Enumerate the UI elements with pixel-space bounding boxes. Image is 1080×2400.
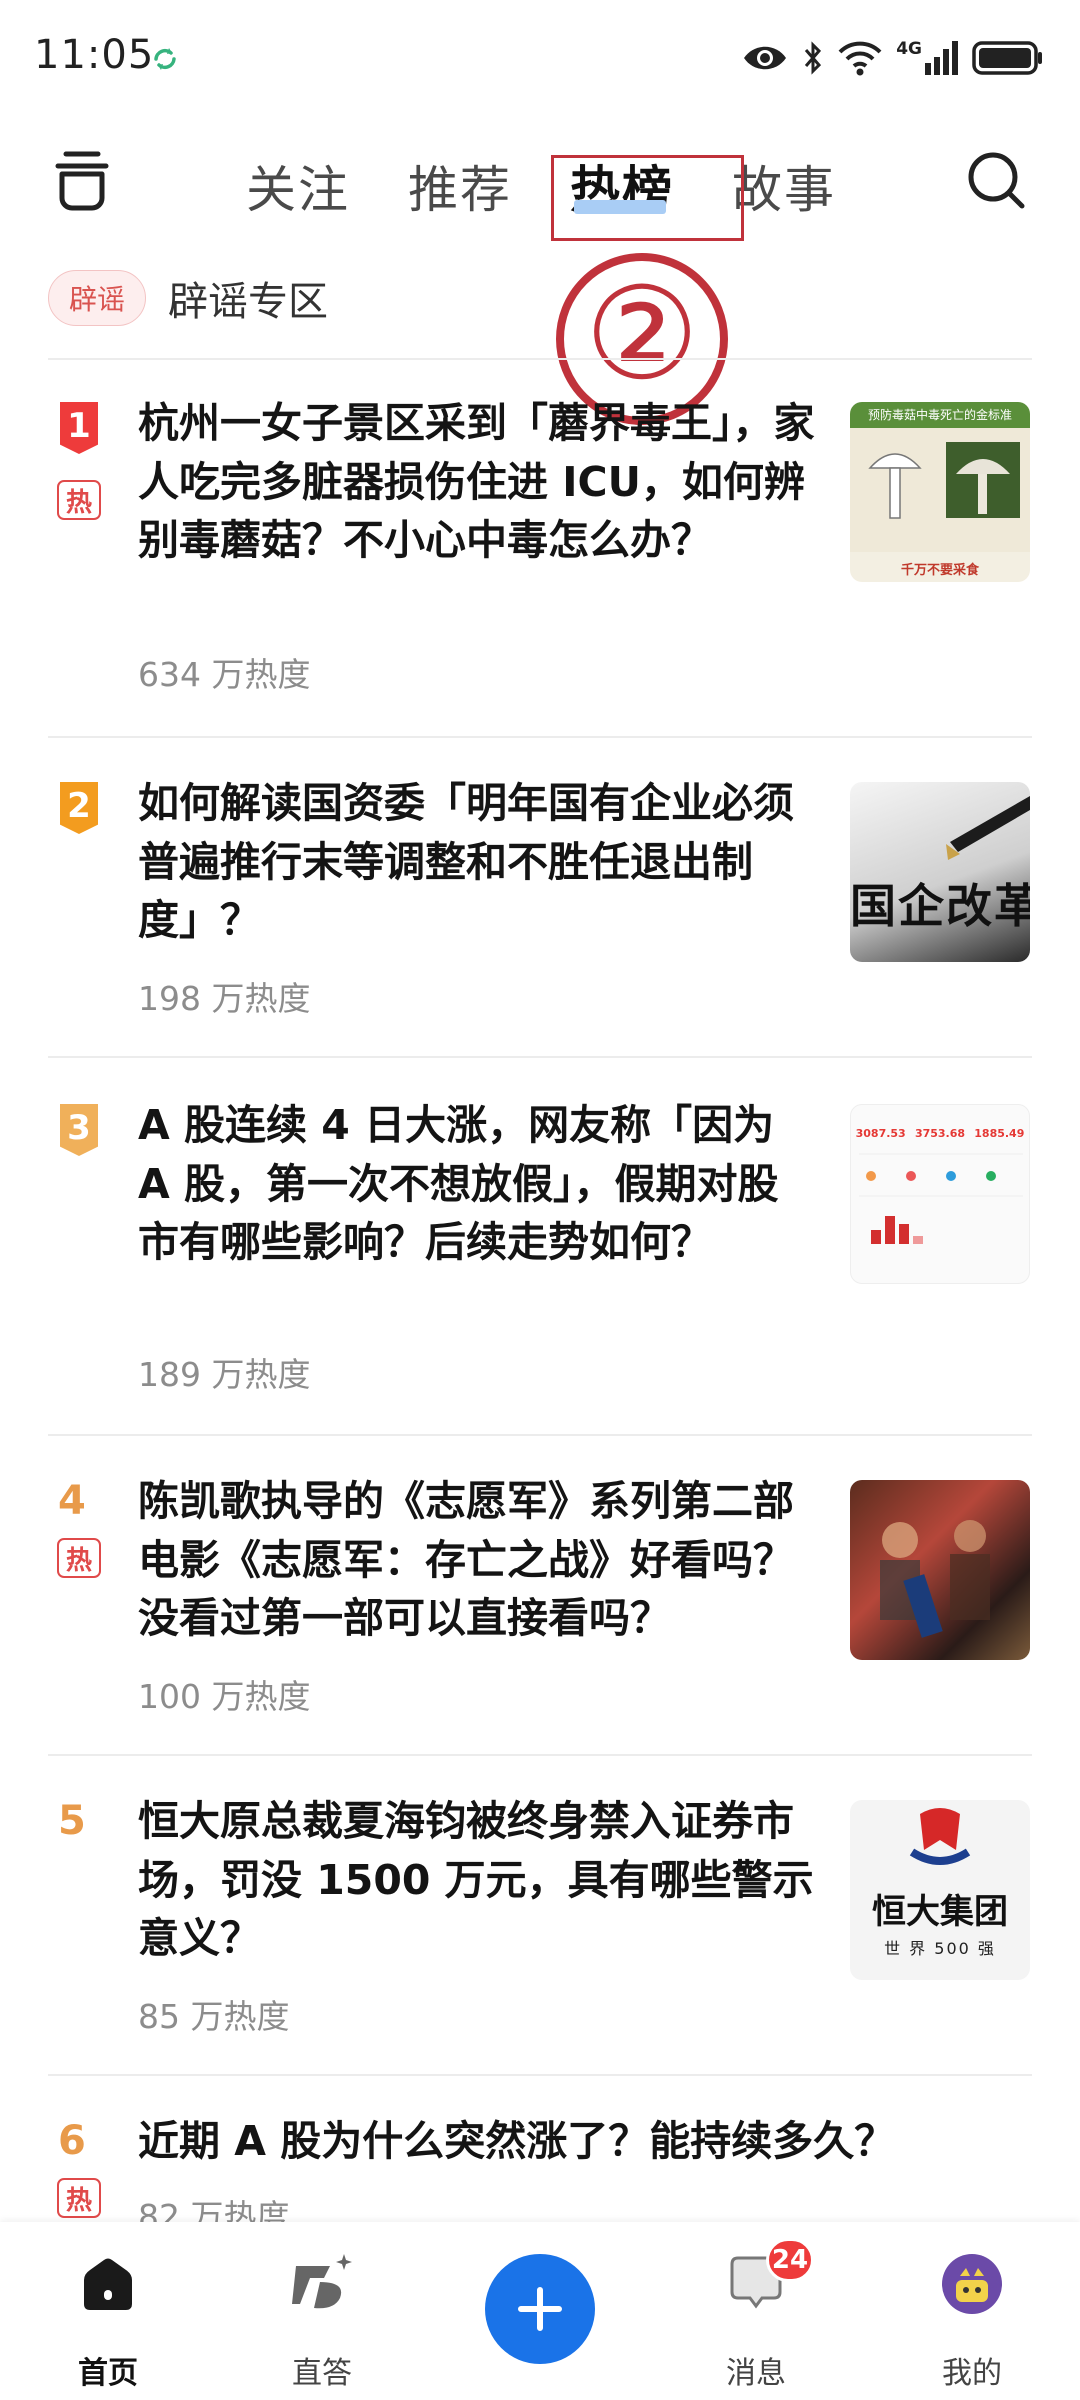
message-badge: 24 [766, 2238, 814, 2282]
home-icon [84, 2258, 132, 2310]
thumb-text: 国企改革 [850, 879, 1030, 933]
thumbnail-stock-app: 3087.53 3753.68 1885.49 [850, 1104, 1030, 1284]
nav-profile-label: 我的 [942, 2356, 1002, 2391]
hot-list-item-3[interactable]: 3 A 股连续 4 日大涨，网友称「因为 A 股，第一次不想放假」，假期对股市有… [0, 1056, 1080, 1434]
battery-icon [972, 41, 1042, 75]
bluetooth-icon [805, 41, 822, 75]
rumor-label: 辟谣专区 [168, 279, 329, 325]
poster-illustration [880, 1520, 990, 1638]
annotation-box [551, 155, 744, 241]
item-title: 陈凯歌执导的《志愿军》系列第二部电影《志愿军：存亡之战》好看吗？没看过第一部可以… [138, 1477, 794, 1642]
nav-messages[interactable]: 24 消息 [686, 2238, 826, 2391]
bottom-nav: 首页 直答 24 消息 我的 [0, 2222, 1080, 2400]
item-title: 杭州一女子景区采到「蘑界毒王」，家人吃完多脏器损伤住进 ICU，如何辨别毒蘑菇？… [138, 399, 815, 564]
thumb-caption: 千万不要采食 [900, 563, 979, 578]
nav-profile[interactable]: 我的 [902, 2240, 1042, 2391]
hot-list-item-4[interactable]: 4 热 陈凯歌执导的《志愿军》系列第二部电影《志愿军：存亡之战》好看吗？没看过第… [0, 1434, 1080, 1754]
rank-badge: 3 [60, 1104, 98, 1156]
item-title: 恒大原总裁夏海钧被终身禁入证券市场，罚没 1500 万元，具有哪些警示意义？ [138, 1797, 814, 1962]
item-title: A 股连续 4 日大涨，网友称「因为 A 股，第一次不想放假」，假期对股市有哪些… [138, 1101, 779, 1266]
thumbnail-soe-reform: 国企改革 [850, 782, 1030, 962]
hot-list-item-1[interactable]: 1 热 杭州一女子景区采到「蘑界毒王」，家人吃完多脏器损伤住进 ICU，如何辨别… [0, 358, 1080, 736]
item-heat: 85 万热度 [138, 1997, 290, 2036]
rank-badge: 1 [60, 402, 98, 454]
item-title: 近期 A 股为什么突然涨了？能持续多久？ [138, 2117, 896, 2165]
zhida-icon [292, 2254, 352, 2309]
thumbnail-mushroom: 预防毒菇中毒死亡的金标准 千万不要采食 [850, 402, 1030, 582]
tab-recommend[interactable]: 推荐 [408, 150, 512, 222]
thumb-text: 恒大集团 [872, 1892, 1008, 1932]
thumb-subtext: 世 界 500 强 [884, 1939, 996, 1958]
thumbnail-movie-poster [850, 1480, 1030, 1660]
hot-tag: 热 [57, 2178, 101, 2218]
thumb-index-2: 3753.68 [914, 1127, 966, 1140]
rank-number: 6 [58, 2118, 86, 2164]
nav-home-label: 首页 [78, 2356, 138, 2391]
rank-badge: 2 [60, 782, 98, 834]
hot-tag: 热 [57, 1538, 101, 1578]
hot-list-item-5[interactable]: 5 恒大原总裁夏海钧被终身禁入证券市场，罚没 1500 万元，具有哪些警示意义？… [0, 1754, 1080, 2074]
cup-menu-icon[interactable] [52, 148, 112, 212]
network-label: 4G [896, 39, 922, 59]
rank-number: 5 [58, 1798, 86, 1844]
rank-number: 4 [58, 1478, 86, 1524]
signal-icon: 4G [896, 41, 958, 75]
item-title: 如何解读国资委「明年国有企业必须普遍推行末等调整和不胜任退出制度」？ [138, 779, 794, 944]
eye-icon [744, 46, 787, 70]
search-icon[interactable] [964, 148, 1028, 212]
wifi-icon [838, 41, 882, 76]
tab-follow[interactable]: 关注 [246, 150, 350, 222]
item-heat: 100 万热度 [138, 1677, 311, 1716]
plus-icon [518, 2287, 562, 2331]
nav-zhida[interactable]: 直答 [252, 2240, 392, 2391]
tab-stories[interactable]: 故事 [732, 150, 836, 222]
item-heat: 198 万热度 [138, 979, 311, 1018]
item-heat: 634 万热度 [138, 655, 311, 694]
sync-icon [154, 48, 176, 70]
top-nav: 关注 推荐 热榜 故事 [0, 130, 1080, 240]
hot-list-item-6[interactable]: 6 热 近期 A 股为什么突然涨了？能持续多久？ 82 万热度 [0, 2074, 1080, 2222]
hot-list-item-2[interactable]: 2 如何解读国资委「明年国有企业必须普遍推行末等调整和不胜任退出制度」？ 198… [0, 736, 1080, 1056]
mushroom-illustration [850, 428, 1030, 552]
avatar-icon [942, 2254, 1002, 2314]
nav-home[interactable]: 首页 [38, 2240, 178, 2391]
thumb-index-1: 3087.53 [855, 1127, 906, 1140]
hot-tag: 热 [57, 480, 101, 520]
thumbnail-evergrande: 恒大集团 世 界 500 强 [850, 1800, 1030, 1980]
stock-chart-illustration [859, 1153, 1023, 1244]
nav-messages-label: 消息 [726, 2356, 786, 2391]
create-button[interactable] [485, 2254, 595, 2364]
thumb-index-3: 1885.49 [974, 1127, 1025, 1140]
rumor-tag: 辟谣 [48, 270, 147, 326]
rumor-section[interactable]: 辟谣 辟谣专区 [48, 266, 328, 330]
status-time: 11:05 [34, 32, 155, 78]
nav-zhida-label: 直答 [292, 2356, 352, 2391]
item-heat: 82 万热度 [138, 2197, 290, 2222]
status-bar: 11:05 4G [0, 0, 1080, 118]
item-heat: 189 万热度 [138, 1355, 311, 1394]
thumb-header: 预防毒菇中毒死亡的金标准 [850, 402, 1030, 428]
evergrande-logo [909, 1808, 971, 1865]
